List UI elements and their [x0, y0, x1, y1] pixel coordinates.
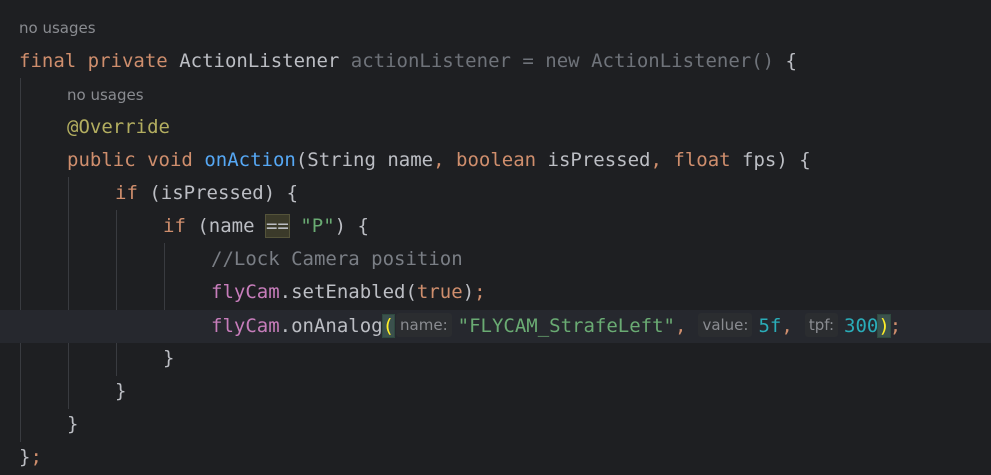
type-name: ActionListener [179, 50, 340, 72]
comma: , [781, 315, 793, 337]
keyword-new: new [545, 50, 580, 72]
paren-open: ( [295, 149, 308, 171]
close-brace: } [115, 380, 127, 402]
code-line-6[interactable]: //Lock Camera position [0, 243, 991, 276]
string-literal: "P" [300, 215, 335, 237]
open-brace: { [774, 50, 797, 72]
paren-close-brace: ) { [776, 149, 811, 171]
string-argument: "FLYCAM_StrafeLeft" [457, 315, 675, 337]
float-argument: 5f [758, 315, 782, 337]
method-name: onAction [204, 149, 296, 171]
int-argument: 300 [844, 315, 879, 337]
usages-hint[interactable]: no usages [67, 79, 144, 112]
close-brace: } [163, 347, 175, 369]
semicolon: ; [474, 281, 486, 303]
comma: , [433, 149, 457, 171]
comma: , [650, 149, 674, 171]
param-hint-name[interactable]: name: [396, 313, 452, 337]
code-line-7[interactable]: flyCam.setEnabled(true); [0, 276, 991, 309]
field-reference: flyCam [211, 281, 280, 303]
field-reference: flyCam [211, 315, 280, 337]
method-call: .onAnalog [279, 315, 383, 337]
param-name: isPressed [536, 149, 651, 171]
comma: , [674, 315, 687, 337]
param-name: fps [730, 149, 777, 171]
param-type: boolean [456, 149, 537, 171]
code-line-10[interactable]: } [0, 375, 991, 408]
semicolon: ; [889, 315, 902, 337]
code-line-9[interactable]: } [0, 342, 991, 375]
keyword-private: private [87, 50, 168, 72]
code-line-5[interactable]: if (name == "P") { [0, 210, 991, 243]
semicolon: ; [30, 446, 42, 468]
matched-paren-close: ) [877, 314, 891, 338]
param-type: float [673, 149, 731, 171]
code-line-4[interactable]: if (isPressed) { [0, 177, 991, 210]
keyword-final: final [19, 50, 77, 72]
matched-paren-open: ( [381, 314, 396, 338]
param-hint-tpf[interactable]: tpf: [804, 313, 839, 337]
paren-close: ) [462, 281, 475, 303]
constructor-call: ActionListener() [591, 50, 775, 72]
override-annotation: @Override [67, 116, 170, 138]
boolean-literal: true [416, 281, 463, 303]
usages-hint[interactable]: no usages [19, 12, 96, 45]
variable-name: actionListener [350, 50, 511, 72]
code-line-1[interactable]: final private ActionListener actionListe… [0, 45, 991, 78]
if-condition: (isPressed) { [137, 182, 299, 204]
line-comment: //Lock Camera position [211, 248, 463, 270]
method-call: .setEnabled( [279, 281, 417, 303]
keyword-if: if [163, 215, 186, 237]
if-condition-start: (name [185, 215, 266, 237]
assign-operator: = [510, 50, 546, 72]
keyword-if: if [115, 182, 138, 204]
keyword-public: public [67, 149, 136, 171]
param-name: name [375, 149, 434, 171]
code-line-3[interactable]: public void onAction(String name, boolea… [0, 144, 991, 177]
if-condition-end: ) { [334, 215, 369, 237]
param-hint-value[interactable]: value: [698, 313, 753, 337]
equality-operator: == [264, 214, 290, 238]
param-type: String [307, 149, 376, 171]
code-line-11[interactable]: } [0, 408, 991, 441]
code-line-12[interactable]: }; [0, 441, 991, 474]
close-brace: } [67, 413, 79, 435]
code-editor[interactable]: no usages final private ActionListener a… [0, 0, 991, 475]
keyword-void: void [147, 149, 193, 171]
code-line-8-current[interactable]: flyCam.onAnalog(name: "FLYCAM_StrafeLeft"… [0, 310, 991, 343]
close-brace: } [19, 446, 31, 468]
code-line-2[interactable]: @Override [0, 111, 991, 144]
